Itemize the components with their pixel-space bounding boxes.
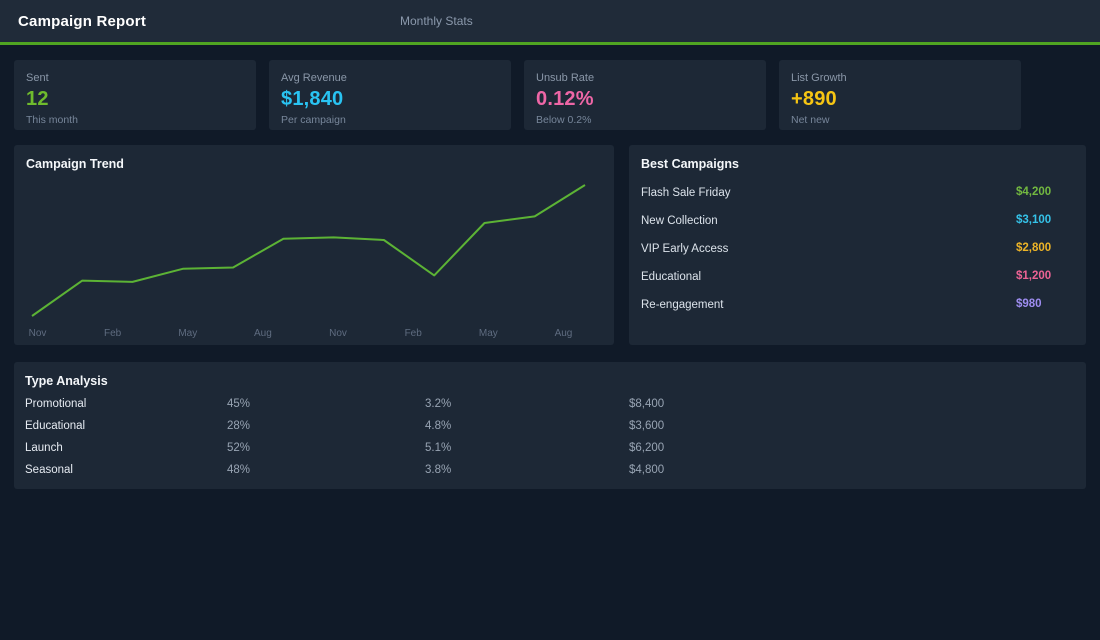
list-item: Re-engagement $980 <box>641 290 1074 318</box>
campaign-value: $1,200 <box>1016 270 1052 282</box>
x-tick-label: Nov <box>28 328 47 339</box>
x-axis-labels: Nov Feb May Aug Nov Feb May Aug <box>14 145 614 345</box>
type-name: Seasonal <box>25 464 73 476</box>
x-tick-label: Aug <box>554 328 573 339</box>
stat-label: Unsub Rate <box>536 72 595 84</box>
stat-label: Sent <box>26 72 49 84</box>
stat-card-unsub-rate: Unsub Rate 0.12% Below 0.2% <box>524 60 766 130</box>
main-content: Sent 12 This month Avg Revenue $1,840 Pe… <box>0 45 1100 504</box>
campaign-name: VIP Early Access <box>641 243 729 255</box>
campaign-value: $980 <box>1016 298 1042 310</box>
stat-cards: Sent 12 This month Avg Revenue $1,840 Pe… <box>14 60 1086 130</box>
type-pct2: 3.2% <box>425 398 452 410</box>
table-row: Promotional 45% 3.2% $8,400 <box>25 393 1075 415</box>
x-tick-label: May <box>478 328 498 339</box>
stat-card-avg-revenue: Avg Revenue $1,840 Per campaign <box>269 60 511 130</box>
stat-value: 0.12% <box>536 88 594 110</box>
best-campaigns-title: Best Campaigns <box>641 157 739 171</box>
stat-label: List Growth <box>791 72 847 84</box>
x-tick-label: Feb <box>104 328 122 339</box>
type-name: Promotional <box>25 398 87 410</box>
app-header: Campaign Report Monthly Stats <box>0 0 1100 45</box>
type-pct1: 52% <box>227 442 251 454</box>
x-tick-label: Feb <box>404 328 422 339</box>
type-pct1: 48% <box>227 464 251 476</box>
list-item: Educational $1,200 <box>641 262 1074 290</box>
stat-sub: This month <box>26 114 78 126</box>
type-analysis-panel: Type Analysis Promotional 45% 3.2% $8,40… <box>14 362 1086 489</box>
type-pct1: 28% <box>227 420 251 432</box>
type-pct2: 3.8% <box>425 464 452 476</box>
nav-monthly-stats[interactable]: Monthly Stats <box>400 0 473 42</box>
type-revenue: $4,800 <box>629 464 665 476</box>
type-pct2: 4.8% <box>425 420 452 432</box>
stat-sub: Per campaign <box>281 114 346 126</box>
stat-value: 12 <box>26 88 49 110</box>
campaign-name: Flash Sale Friday <box>641 187 731 199</box>
stat-card-sent: Sent 12 This month <box>14 60 256 130</box>
x-tick-label: Aug <box>254 328 272 339</box>
type-revenue: $3,600 <box>629 420 665 432</box>
campaign-name: Educational <box>641 271 702 283</box>
chart-title: Campaign Trend <box>26 157 124 171</box>
type-analysis-title: Type Analysis <box>25 374 108 388</box>
campaign-value: $2,800 <box>1016 242 1052 254</box>
table-row: Launch 52% 5.1% $6,200 <box>25 437 1075 459</box>
campaign-name: Re-engagement <box>641 299 724 311</box>
table-row: Seasonal 48% 3.8% $4,800 <box>25 459 1075 481</box>
type-pct1: 45% <box>227 398 251 410</box>
stat-value: $1,840 <box>281 88 344 110</box>
stat-card-list-growth: List Growth +890 Net new <box>779 60 1021 130</box>
type-name: Educational <box>25 420 86 432</box>
list-item: VIP Early Access $2,800 <box>641 234 1074 262</box>
campaign-trend-panel: Campaign Trend Nov Feb May Aug Nov Feb May Aug <box>14 145 614 345</box>
stat-sub: Net new <box>791 114 830 126</box>
list-item: New Collection $3,100 <box>641 206 1074 234</box>
page-title: Campaign Report <box>18 12 147 30</box>
list-item: Flash Sale Friday $4,200 <box>641 178 1074 206</box>
best-campaigns-list: Flash Sale Friday $4,200 New Collection … <box>641 178 1074 318</box>
campaign-value: $4,200 <box>1016 186 1052 198</box>
stat-value: +890 <box>791 88 837 110</box>
campaign-value: $3,100 <box>1016 214 1052 226</box>
stat-label: Avg Revenue <box>281 72 347 84</box>
best-campaigns-panel: Best Campaigns Flash Sale Friday $4,200 … <box>629 145 1086 345</box>
x-tick-label: May <box>178 328 198 339</box>
type-revenue: $6,200 <box>629 442 665 454</box>
campaign-name: New Collection <box>641 215 718 227</box>
type-pct2: 5.1% <box>425 442 452 454</box>
type-name: Launch <box>25 442 63 454</box>
table-row: Educational 28% 4.8% $3,600 <box>25 415 1075 437</box>
type-revenue: $8,400 <box>629 398 665 410</box>
stat-sub: Below 0.2% <box>536 114 592 126</box>
type-analysis-table: Promotional 45% 3.2% $8,400 Educational … <box>25 393 1075 481</box>
x-tick-label: Nov <box>329 328 347 339</box>
